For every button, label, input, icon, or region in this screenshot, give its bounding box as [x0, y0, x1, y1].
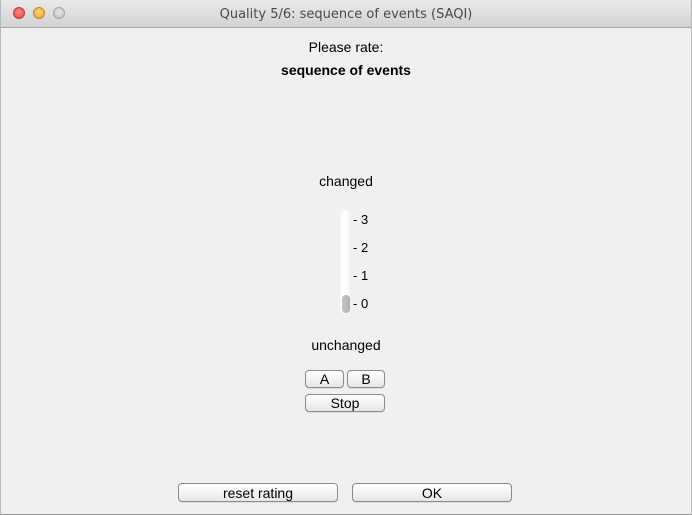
window-title: Quality 5/6: sequence of events (SAQI)	[219, 7, 473, 22]
ok-button[interactable]: OK	[352, 483, 512, 502]
scale-top-label: changed	[319, 173, 373, 189]
rated-attribute: sequence of events	[281, 62, 411, 78]
scale-tick-0: - 0	[353, 296, 369, 311]
scale-tick-1: - 1	[353, 268, 369, 283]
reset-rating-button[interactable]: reset rating	[178, 483, 338, 502]
play-a-button[interactable]: A	[305, 370, 344, 388]
title-bar[interactable]: Quality 5/6: sequence of events (SAQI)	[1, 0, 691, 28]
stop-button[interactable]: Stop	[305, 394, 385, 412]
rating-window: Quality 5/6: sequence of events (SAQI) P…	[0, 0, 692, 515]
play-b-button[interactable]: B	[347, 370, 385, 388]
scale-bottom-label: unchanged	[311, 337, 381, 353]
scale-tick-2: - 2	[353, 240, 369, 255]
scale-tick-3: - 3	[353, 212, 369, 227]
rating-slider-thumb[interactable]	[342, 295, 350, 313]
rating-prompt: Please rate:	[308, 39, 384, 55]
